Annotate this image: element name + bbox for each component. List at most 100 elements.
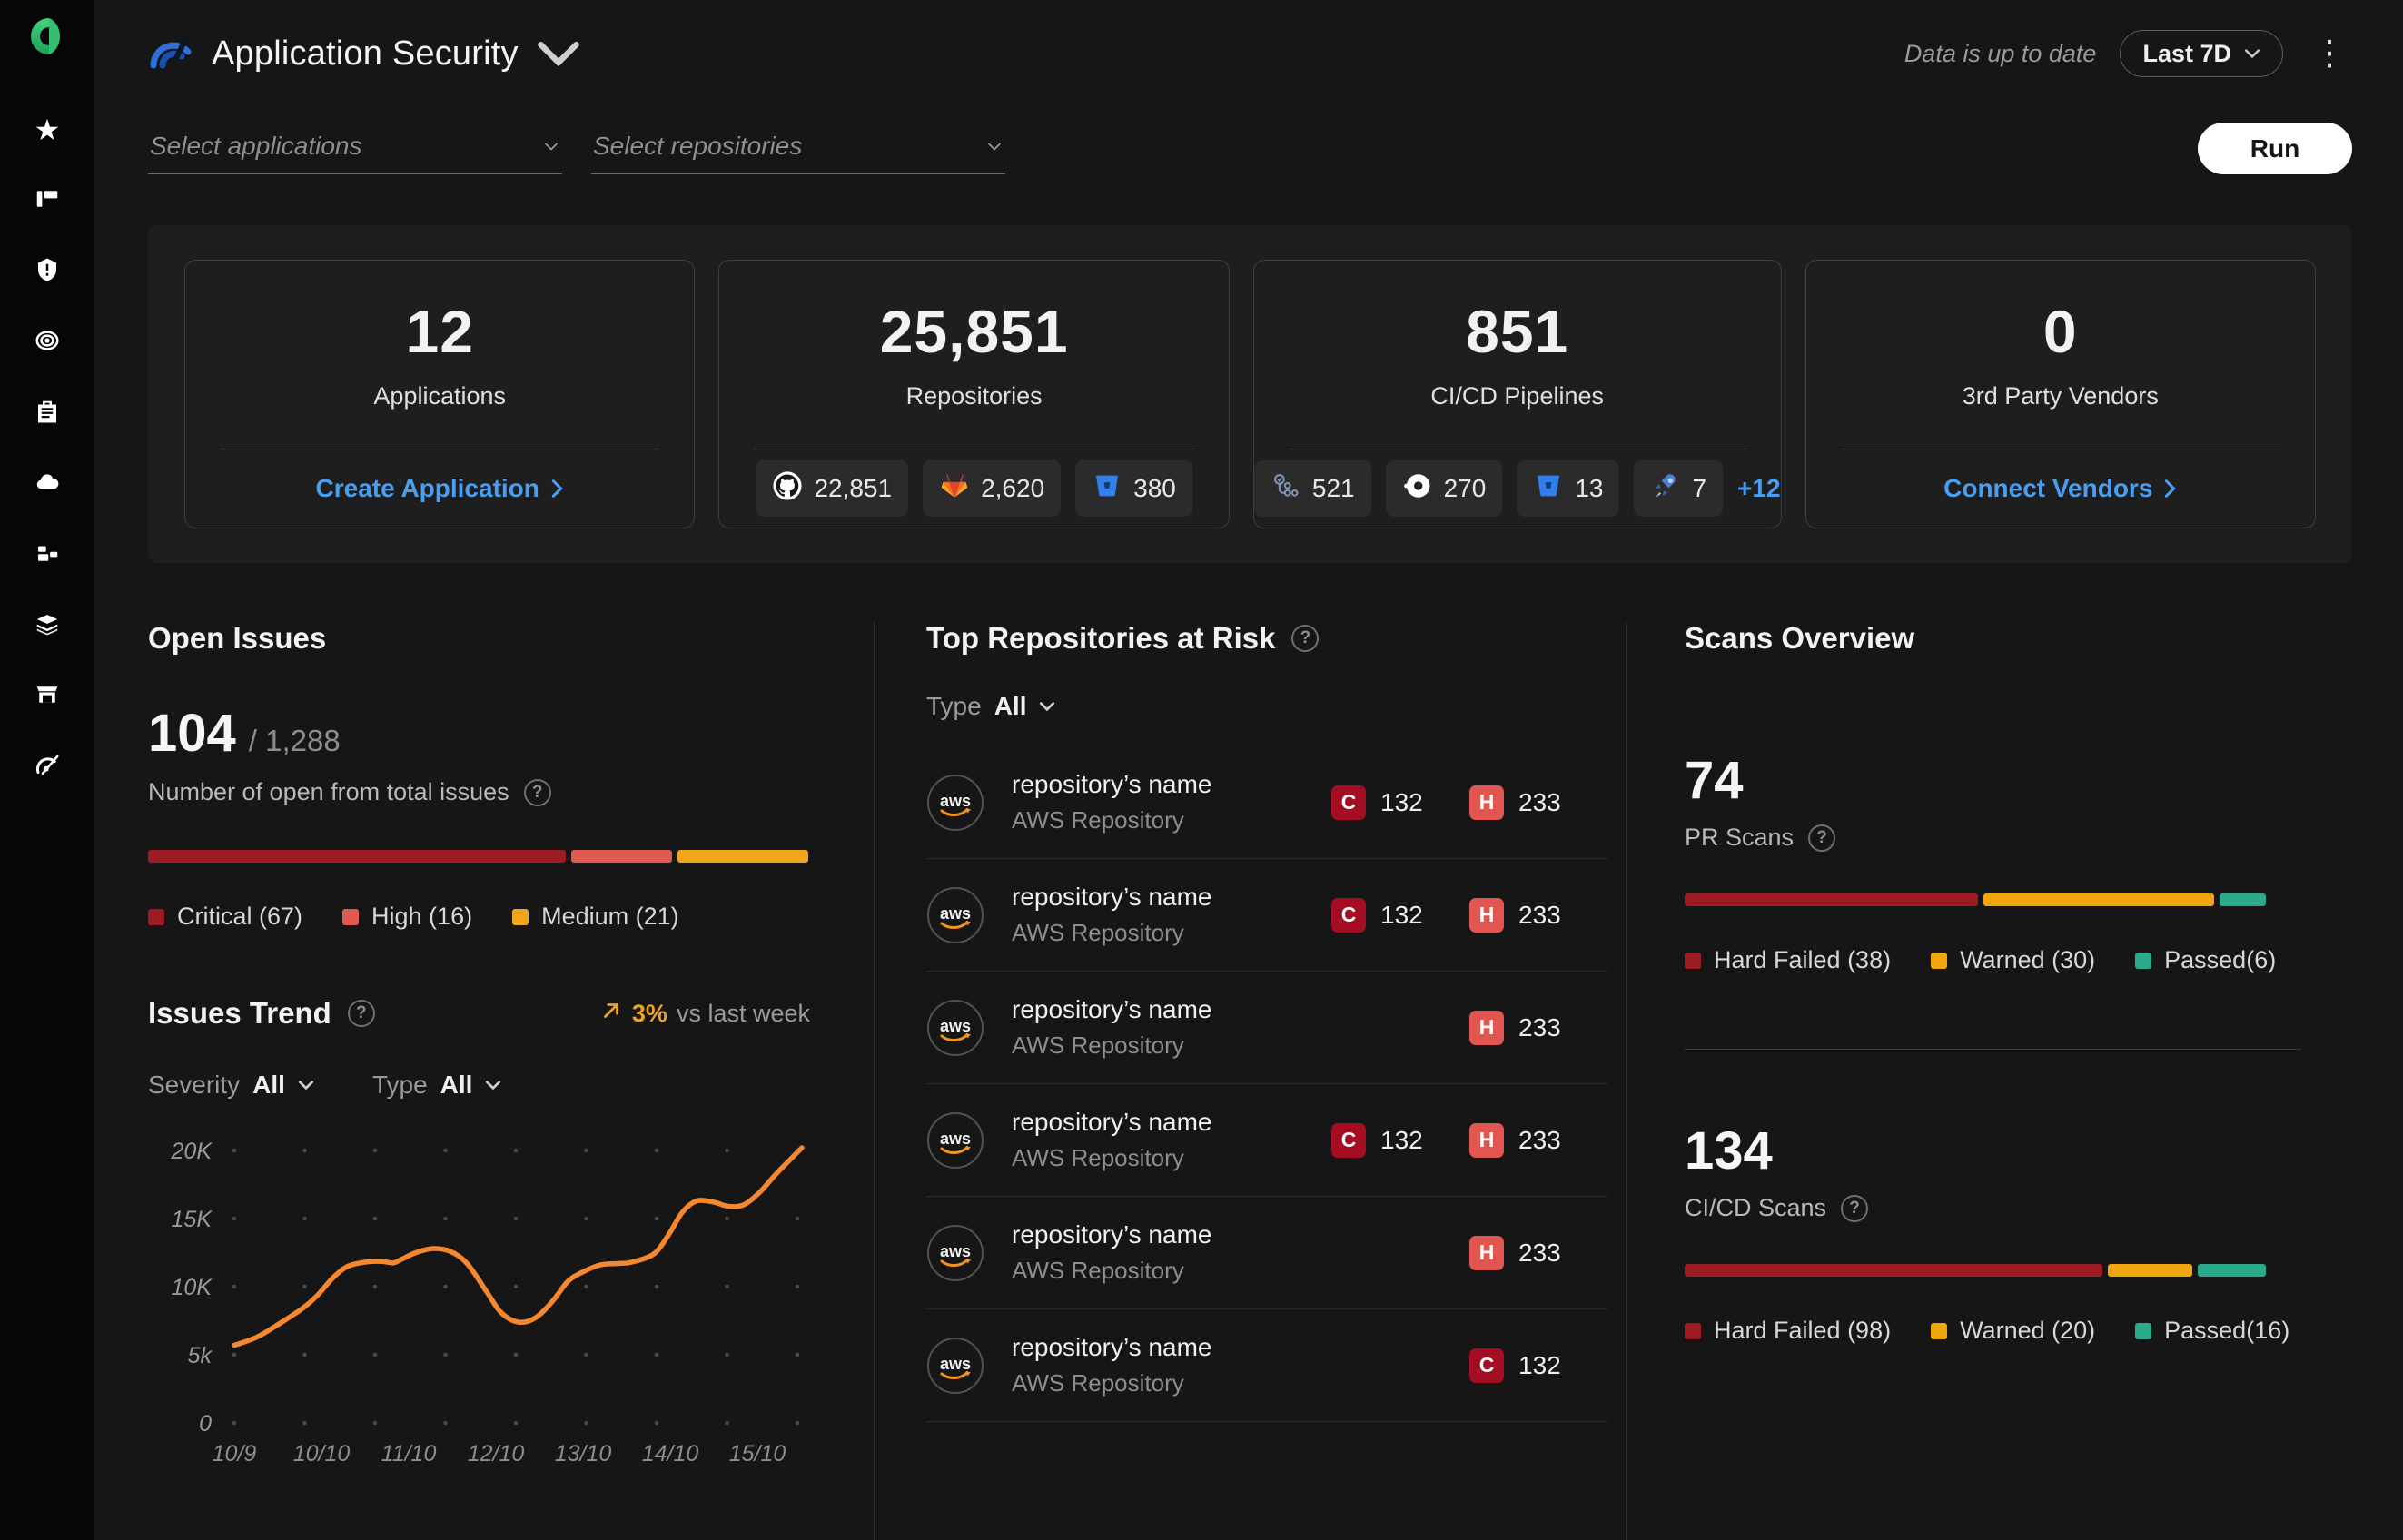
severity-segment bbox=[1685, 893, 1978, 906]
stat-card-repositories: 25,851 Repositories 22,851 2,620 380 bbox=[718, 260, 1230, 528]
stat-card-ci-cd-pipelines: 851 CI/CD Pipelines 521 270 13 7 +12 bbox=[1252, 260, 1782, 528]
stat-value: 25,851 bbox=[879, 298, 1069, 365]
top-cve-issues-header: Top CVE Issues ? Show All ⋮ bbox=[875, 1529, 1627, 1540]
sidebar-item-star[interactable]: ★ bbox=[32, 114, 63, 145]
sidebar-item-compass[interactable] bbox=[32, 752, 63, 783]
cycode-logo[interactable] bbox=[25, 15, 69, 58]
svg-text:15/10: 15/10 bbox=[729, 1441, 786, 1466]
repository-name: repository’s name bbox=[1012, 995, 1212, 1023]
card-link[interactable]: Create Application bbox=[316, 474, 564, 503]
severity-badge-c: C bbox=[1469, 1348, 1504, 1383]
sidebar-item-bullseye[interactable] bbox=[32, 327, 63, 358]
scans-overview-column: Scans Overview 74 PR Scans? Hard Failed … bbox=[1627, 621, 2352, 1529]
select-applications-placeholder: Select applications bbox=[150, 132, 362, 160]
sidebar-item-layers[interactable] bbox=[32, 610, 63, 641]
help-icon[interactable]: ? bbox=[1808, 824, 1836, 852]
trend-up-arrow-icon bbox=[599, 999, 623, 1029]
repository-row[interactable]: aws repository’s name AWS Repository C 13… bbox=[926, 859, 1607, 972]
sidebar-item-cloud[interactable] bbox=[32, 469, 63, 499]
scan-count: 134 bbox=[1685, 1121, 1773, 1180]
legend-label: Hard Failed (98) bbox=[1714, 1317, 1892, 1344]
legend-label: Medium (21) bbox=[541, 903, 679, 930]
svg-text:15K: 15K bbox=[172, 1207, 213, 1232]
stat-label: Applications bbox=[373, 382, 507, 410]
card-link[interactable]: Connect Vendors bbox=[1943, 474, 2177, 503]
help-icon[interactable]: ? bbox=[1291, 625, 1320, 652]
provider-chip[interactable]: 521 bbox=[1253, 460, 1371, 517]
repository-row[interactable]: aws repository’s name AWS Repository C 13… bbox=[926, 1309, 1607, 1422]
bullseye-icon bbox=[34, 327, 61, 359]
legend-label: High (16) bbox=[371, 903, 473, 930]
sidebar-item-dashboard[interactable] bbox=[32, 185, 63, 216]
chevron-down-icon bbox=[987, 142, 1002, 152]
sidebar-item-blocks[interactable] bbox=[32, 539, 63, 570]
chevron-down-icon[interactable] bbox=[535, 33, 582, 74]
provider-chip[interactable]: 13 bbox=[1517, 460, 1620, 517]
select-repositories[interactable]: Select repositories bbox=[591, 132, 1005, 174]
time-range-dropdown[interactable]: Last 7D bbox=[2120, 30, 2283, 77]
select-applications[interactable]: Select applications bbox=[148, 132, 562, 174]
severity-badge-h: H bbox=[1469, 1010, 1504, 1045]
repository-row[interactable]: aws repository’s name AWS Repository H 23… bbox=[926, 972, 1607, 1084]
page-title-group[interactable]: Application Security bbox=[148, 31, 582, 77]
top-repos-title: Top Repositories at Risk bbox=[926, 621, 1276, 655]
clipboard-icon bbox=[34, 398, 61, 429]
help-icon[interactable]: ? bbox=[347, 1000, 375, 1027]
severity-count: 233 bbox=[1518, 1238, 1561, 1267]
legend-swatch bbox=[1931, 1322, 1948, 1339]
help-icon[interactable]: ? bbox=[1841, 1194, 1869, 1222]
svg-text:13/10: 13/10 bbox=[555, 1441, 612, 1466]
issues-trend-chart: 0 5k 10K 15K 20K 10/9 10/10 11/10 12/10 13/10 14/1… bbox=[148, 1123, 810, 1473]
provider-chip[interactable]: 22,851 bbox=[756, 460, 909, 517]
more-providers-link[interactable]: +12 bbox=[1737, 474, 1781, 503]
aws-icon: aws bbox=[926, 1337, 984, 1395]
stat-card-3rd-party-vendors: 0 3rd Party Vendors Connect Vendors bbox=[1805, 260, 2316, 528]
legend-swatch bbox=[1931, 952, 1948, 969]
repository-name: repository’s name bbox=[1012, 1220, 1212, 1249]
star-icon: ★ bbox=[34, 114, 61, 146]
legend-swatch bbox=[512, 908, 529, 925]
provider-chip[interactable]: 380 bbox=[1075, 460, 1192, 517]
severity-segment bbox=[2198, 1264, 2267, 1277]
aws-icon: aws bbox=[926, 1224, 984, 1282]
help-icon[interactable]: ? bbox=[523, 778, 551, 806]
azure-pipelines-icon bbox=[1650, 470, 1681, 508]
legend-label: Warned (30) bbox=[1960, 946, 2096, 973]
run-button[interactable]: Run bbox=[2198, 123, 2352, 174]
svg-text:10/10: 10/10 bbox=[293, 1441, 351, 1466]
legend-swatch bbox=[342, 908, 360, 925]
aws-icon: aws bbox=[926, 1111, 984, 1170]
severity-badge-h: H bbox=[1469, 1122, 1504, 1158]
provider-chip[interactable]: 7 bbox=[1634, 460, 1724, 517]
sidebar-item-clipboard[interactable] bbox=[32, 398, 63, 429]
type-filter-dropdown[interactable]: Type All bbox=[372, 1071, 501, 1100]
repo-type-filter-dropdown[interactable]: Type All bbox=[926, 692, 1607, 721]
stat-value: 0 bbox=[2042, 298, 2078, 365]
sidebar: ★ bbox=[0, 0, 94, 1540]
overflow-menu-icon[interactable]: ⋮ bbox=[2307, 36, 2352, 71]
repository-row[interactable]: aws repository’s name AWS Repository H 23… bbox=[926, 1197, 1607, 1309]
repository-row[interactable]: aws repository’s name AWS Repository C 13… bbox=[926, 1084, 1607, 1197]
stat-card-applications: 12 Applications Create Application bbox=[184, 260, 696, 528]
repository-row[interactable]: aws repository’s name AWS Repository C 13… bbox=[926, 746, 1607, 859]
storefront-icon bbox=[34, 681, 61, 713]
severity-count: 233 bbox=[1518, 900, 1561, 929]
sidebar-item-storefront[interactable] bbox=[32, 681, 63, 712]
chevron-down-icon bbox=[544, 142, 559, 152]
provider-chip[interactable]: 2,620 bbox=[923, 460, 1062, 517]
svg-text:12/10: 12/10 bbox=[468, 1441, 525, 1466]
bitbucket-icon bbox=[1092, 470, 1122, 508]
severity-filter-dropdown[interactable]: Severity All bbox=[148, 1071, 314, 1100]
sidebar-item-shield-alert[interactable] bbox=[32, 256, 63, 287]
provider-chip[interactable]: 270 bbox=[1385, 460, 1503, 517]
svg-text:aws: aws bbox=[940, 1017, 971, 1035]
stat-label: CI/CD Pipelines bbox=[1430, 382, 1604, 410]
dashboard-grid: Open Issues 104 / 1,288 Number of open f… bbox=[148, 621, 2352, 1540]
severity-segment bbox=[677, 850, 808, 863]
legend-item: Warned (20) bbox=[1931, 1317, 2095, 1345]
trend-delta-value: 3% bbox=[631, 999, 668, 1027]
compass-icon bbox=[34, 752, 61, 784]
severity-count: 233 bbox=[1518, 1012, 1561, 1041]
blocks-icon bbox=[34, 539, 61, 571]
legend-label: Hard Failed (38) bbox=[1714, 946, 1892, 973]
